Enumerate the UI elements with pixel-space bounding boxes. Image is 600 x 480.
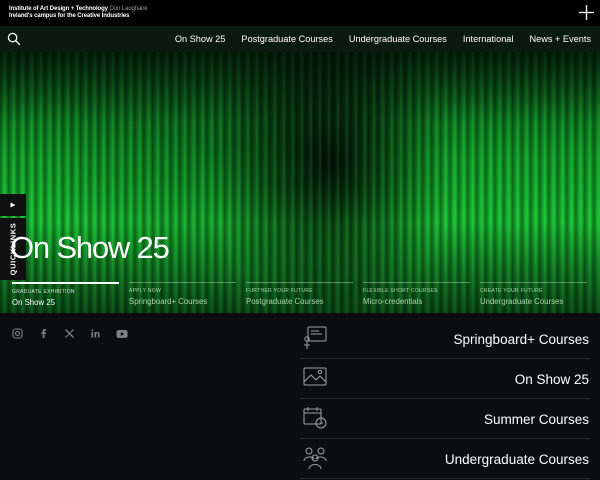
card-label: Springboard+ Courses <box>129 297 208 306</box>
card-label: Undergraduate Courses <box>480 297 564 306</box>
main-navigation: On Show 25 Postgraduate Courses Undergra… <box>0 26 600 52</box>
search-icon[interactable] <box>7 32 21 46</box>
card-eyebrow: CREATE YOUR FUTURE <box>480 288 543 294</box>
x-icon[interactable] <box>64 326 77 338</box>
hero-banner: QUICKLINKS On Show 25 GRADUATE EXHIBITIO… <box>0 52 600 313</box>
nav-item-postgraduate[interactable]: Postgraduate Courses <box>241 34 332 44</box>
hero-fade-top <box>0 52 600 122</box>
nav-item-news-events[interactable]: News + Events <box>529 34 591 44</box>
hero-card-postgraduate[interactable]: FURTHER YOUR FUTURE Postgraduate Courses <box>246 282 353 308</box>
youtube-icon[interactable] <box>116 326 129 338</box>
hero-card-micro-credentials[interactable]: FLEXIBLE SHORT COURSES Micro-credentials <box>363 282 470 308</box>
lower-section: Springboard+ Courses On Show 25 Summer C… <box>0 313 600 480</box>
logo-tagline: Ireland's campus for the Creative Indust… <box>9 13 130 19</box>
hero-title: On Show 25 <box>10 230 170 265</box>
presentation-icon <box>302 325 328 351</box>
hero-cards: GRADUATE EXHIBITION On Show 25 APPLY NOW… <box>12 282 590 308</box>
top-bar: Institute of Art Design + Technology Dún… <box>0 0 600 26</box>
link-label: Springboard+ Courses <box>453 332 589 347</box>
hero-card-on-show[interactable]: GRADUATE EXHIBITION On Show 25 <box>12 282 119 308</box>
logo-line-1: Institute of Art Design + Technology Dún… <box>9 6 148 13</box>
link-summer-courses[interactable]: Summer Courses <box>300 399 590 439</box>
play-icon[interactable] <box>0 194 26 216</box>
link-label: Summer Courses <box>483 412 589 427</box>
social-links <box>12 326 129 339</box>
card-eyebrow: FURTHER YOUR FUTURE <box>246 288 313 294</box>
people-icon <box>302 445 328 471</box>
plus-icon[interactable] <box>578 4 595 21</box>
card-eyebrow: GRADUATE EXHIBITION <box>12 289 75 295</box>
nav-item-international[interactable]: International <box>463 34 514 44</box>
card-label: Micro-credentials <box>363 297 423 306</box>
card-eyebrow: APPLY NOW <box>129 288 161 294</box>
hero-card-undergraduate[interactable]: CREATE YOUR FUTURE Undergraduate Courses <box>480 282 587 308</box>
facebook-icon[interactable] <box>38 326 51 338</box>
institute-logo[interactable]: Institute of Art Design + Technology Dún… <box>9 6 148 20</box>
link-springboard-courses[interactable]: Springboard+ Courses <box>300 319 590 359</box>
card-label: On Show 25 <box>12 298 55 307</box>
calendar-icon <box>302 405 328 431</box>
link-label: On Show 25 <box>514 372 589 387</box>
link-on-show[interactable]: On Show 25 <box>300 359 590 399</box>
nav-links: On Show 25 Postgraduate Courses Undergra… <box>175 26 591 52</box>
link-undergraduate-courses[interactable]: Undergraduate Courses <box>300 439 590 479</box>
logo-location: Dún Laoghaire <box>109 6 148 12</box>
nav-item-on-show[interactable]: On Show 25 <box>175 34 226 44</box>
image-icon <box>302 365 328 391</box>
card-label: Postgraduate Courses <box>246 297 324 306</box>
featured-links: Springboard+ Courses On Show 25 Summer C… <box>300 319 590 479</box>
hero-card-springboard[interactable]: APPLY NOW Springboard+ Courses <box>129 282 236 308</box>
link-label: Undergraduate Courses <box>444 452 589 467</box>
instagram-icon[interactable] <box>12 326 25 339</box>
card-eyebrow: FLEXIBLE SHORT COURSES <box>363 288 438 294</box>
nav-item-undergraduate[interactable]: Undergraduate Courses <box>349 34 447 44</box>
logo-name: Institute of Art Design + Technology <box>9 6 108 12</box>
linkedin-icon[interactable] <box>90 326 103 338</box>
